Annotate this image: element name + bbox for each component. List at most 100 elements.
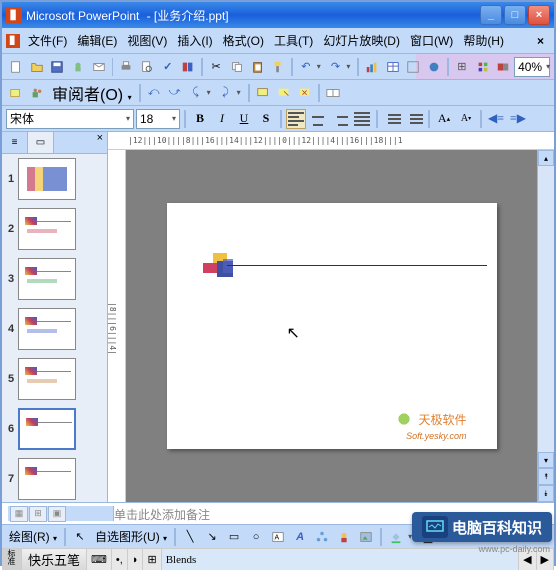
delete-comment-icon[interactable]	[295, 83, 315, 103]
redo-dropdown[interactable]: ▾	[346, 62, 354, 71]
table-icon[interactable]	[383, 57, 403, 77]
slideshow-view-button[interactable]: ▣	[48, 506, 66, 522]
align-center-button[interactable]	[308, 109, 328, 129]
expand-icon[interactable]: ⊞	[452, 57, 472, 77]
end-review-icon[interactable]	[323, 83, 343, 103]
undo-dropdown[interactable]: ▾	[317, 62, 325, 71]
paste-icon[interactable]	[248, 57, 268, 77]
increase-font-button[interactable]: A▴	[434, 109, 454, 129]
shadow-button[interactable]: S	[256, 109, 276, 129]
distributed-button[interactable]	[352, 109, 372, 129]
draw-menu[interactable]: 绘图(R) ▾	[6, 528, 60, 545]
clipart-icon[interactable]	[334, 527, 354, 547]
slide-thumbnail[interactable]: 6	[4, 408, 105, 450]
arrow-icon[interactable]: ↘	[202, 527, 222, 547]
menu-slideshow[interactable]: 幻灯片放映(D)	[319, 30, 404, 51]
vertical-scrollbar[interactable]: ▴ ▾ ⯭ ⯯	[537, 150, 554, 502]
new-icon[interactable]	[6, 57, 26, 77]
numbering-button[interactable]	[382, 109, 402, 129]
picture-icon[interactable]	[356, 527, 376, 547]
scroll-up-button[interactable]: ▴	[538, 150, 554, 166]
bold-button[interactable]: B	[190, 109, 210, 129]
thumbnail-list[interactable]: 12345678	[2, 154, 107, 502]
ime-width-icon[interactable]: ◗	[128, 549, 144, 570]
wordart-icon[interactable]: A	[290, 527, 310, 547]
slide-thumbnail[interactable]: 5	[4, 358, 105, 400]
menu-edit[interactable]: 编辑(E)	[73, 30, 121, 51]
prev-slide-button[interactable]: ⯭	[538, 468, 554, 485]
slide-thumbnail[interactable]: 1	[4, 158, 105, 200]
underline-button[interactable]: U	[234, 109, 254, 129]
insert-comment-icon[interactable]	[253, 83, 273, 103]
redo-icon[interactable]: ↷	[326, 57, 346, 77]
chart-icon[interactable]	[362, 57, 382, 77]
hyperlink-icon[interactable]	[424, 57, 444, 77]
sorter-view-button[interactable]: ⊞	[29, 506, 47, 522]
close-button[interactable]: ×	[528, 5, 550, 25]
menu-file[interactable]: 文件(F)	[24, 30, 71, 51]
slide-thumbnail[interactable]: 4	[4, 308, 105, 350]
save-icon[interactable]	[47, 57, 67, 77]
reviewers-icon[interactable]	[27, 83, 47, 103]
current-slide[interactable]: ↖ 天极软件 Soft.yesky.com	[167, 203, 497, 449]
spellcheck-icon[interactable]: ✓	[158, 57, 178, 77]
minimize-button[interactable]: _	[480, 5, 502, 25]
menu-insert[interactable]: 插入(I)	[173, 30, 216, 51]
normal-view-button[interactable]: ▦	[10, 506, 28, 522]
align-left-button[interactable]	[286, 109, 306, 129]
menu-format[interactable]: 格式(O)	[219, 30, 268, 51]
show-markup-icon[interactable]	[6, 83, 26, 103]
reviewer-dropdown[interactable]: 审阅者(O) ▾	[48, 79, 136, 107]
accept-icon[interactable]: ⤹	[186, 83, 206, 103]
print-icon[interactable]	[116, 57, 136, 77]
diagram-icon[interactable]	[312, 527, 332, 547]
outline-tab[interactable]: ≡	[2, 132, 28, 153]
prev-change-icon[interactable]: ⤺	[144, 83, 164, 103]
align-right-button[interactable]	[330, 109, 350, 129]
email-icon[interactable]	[89, 57, 109, 77]
menu-tools[interactable]: 工具(T)	[270, 30, 317, 51]
menu-view[interactable]: 视图(V)	[123, 30, 171, 51]
open-icon[interactable]	[27, 57, 47, 77]
menu-close-doc[interactable]: ×	[531, 34, 550, 48]
rectangle-icon[interactable]: ▭	[224, 527, 244, 547]
permission-icon[interactable]	[68, 57, 88, 77]
tables-borders-icon[interactable]	[404, 57, 424, 77]
font-size-combo[interactable]: 18▾	[136, 109, 180, 129]
bullets-button[interactable]	[404, 109, 424, 129]
show-format-icon[interactable]	[473, 57, 493, 77]
reject-icon[interactable]: ⤸	[216, 83, 236, 103]
ime-name[interactable]: 快乐五笔	[22, 549, 87, 570]
panel-close-button[interactable]: ×	[93, 132, 107, 153]
undo-icon[interactable]: ↶	[296, 57, 316, 77]
autoshapes-menu[interactable]: 自选图形(U) ▾	[92, 528, 170, 545]
menu-window[interactable]: 窗口(W)	[406, 30, 457, 51]
color-grayscale-icon[interactable]	[493, 57, 513, 77]
select-objects-icon[interactable]: ↖	[70, 527, 90, 547]
preview-icon[interactable]	[137, 57, 157, 77]
fill-color-icon[interactable]	[386, 527, 406, 547]
slides-tab[interactable]: ▭	[28, 132, 54, 153]
next-change-icon[interactable]: ⤻	[165, 83, 185, 103]
menu-help[interactable]: 帮助(H)	[459, 30, 508, 51]
decrease-indent-button[interactable]: ◀≡	[486, 109, 506, 129]
line-icon[interactable]: ╲	[180, 527, 200, 547]
zoom-combo[interactable]: 40%▾	[514, 57, 550, 77]
textbox-icon[interactable]: A	[268, 527, 288, 547]
ime-switch-icon[interactable]: 标准	[2, 549, 22, 570]
next-slide-button[interactable]: ⯯	[538, 485, 554, 502]
font-combo[interactable]: 宋体▾	[6, 109, 134, 129]
italic-button[interactable]: I	[212, 109, 232, 129]
ime-softkbd-icon[interactable]: ⊞	[143, 549, 161, 570]
slide-thumbnail[interactable]: 7	[4, 458, 105, 500]
ime-punct-icon[interactable]: •,	[112, 549, 128, 570]
ime-mode-icon[interactable]: ⌨	[87, 549, 112, 570]
slide-thumbnail[interactable]: 3	[4, 258, 105, 300]
maximize-button[interactable]: □	[504, 5, 526, 25]
decrease-font-button[interactable]: A▾	[456, 109, 476, 129]
increase-indent-button[interactable]: ≡▶	[508, 109, 528, 129]
edit-comment-icon[interactable]	[274, 83, 294, 103]
research-icon[interactable]	[179, 57, 199, 77]
cut-icon[interactable]: ✂	[206, 57, 226, 77]
oval-icon[interactable]: ○	[246, 527, 266, 547]
